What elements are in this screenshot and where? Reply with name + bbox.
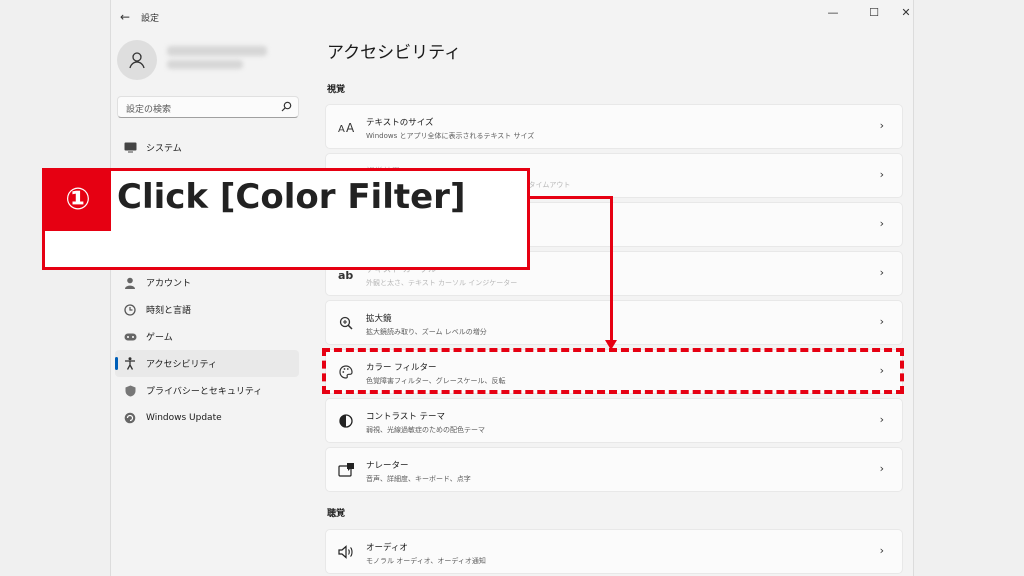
card-subtitle: モノラル オーディオ、オーディオ通知 — [366, 557, 486, 565]
narrator-icon — [338, 462, 354, 478]
card-subtitle: 外観と太さ、テキスト カーソル インジケーター — [366, 279, 518, 287]
search-placeholder: 設定の検索 — [126, 105, 172, 115]
sidebar-item-label: アカウント — [146, 279, 192, 289]
chevron-right-icon: › — [879, 217, 884, 230]
sidebar-item-8[interactable]: アクセシビリティ — [115, 350, 299, 377]
sidebar-item-label: Windows Update — [146, 412, 222, 423]
chevron-right-icon: › — [879, 266, 884, 279]
avatar — [117, 40, 157, 80]
card-subtitle: 弱視、光線過敏症のための配色テーマ — [366, 426, 485, 434]
card-subtitle: Windows とアプリ全体に表示されるテキスト サイズ — [366, 132, 535, 140]
settings-card-7[interactable]: ナレーター音声、詳細度、キーボード、点字 › — [325, 447, 903, 492]
sidebar-item-7[interactable]: ゲーム — [115, 323, 299, 350]
sidebar-item-label: 時刻と言語 — [146, 306, 192, 316]
magnifier-icon — [338, 315, 354, 331]
audio-icon — [338, 544, 354, 560]
shield-icon — [123, 384, 137, 398]
card-title: ナレーター — [366, 461, 409, 471]
sidebar-item-6[interactable]: 時刻と言語 — [115, 296, 299, 323]
sidebar-item-label: アクセシビリティ — [146, 360, 218, 370]
sidebar-item-0[interactable]: システム — [115, 134, 299, 161]
update-icon — [123, 411, 137, 425]
main-content: アクセシビリティ 視覚 A A テキストのサイズ Windows とアプリ全体に表示さ… — [325, 0, 913, 576]
svg-text:ab: ab — [338, 269, 353, 281]
user-name — [167, 46, 267, 56]
card-subtitle: 拡大鏡読み取り、ズーム レベルの増分 — [366, 328, 487, 336]
sidebar-item-9[interactable]: プライバシーとセキュリティ — [115, 377, 299, 404]
page-title: アクセシビリティ — [327, 43, 462, 63]
annotation-text: Click [Color Filter] — [117, 177, 466, 217]
svg-text:A: A — [338, 124, 345, 133]
gamepad-icon — [123, 330, 137, 344]
settings-card-8[interactable]: オーディオモノラル オーディオ、オーディオ通知 › — [325, 529, 903, 574]
monitor-icon — [123, 141, 137, 155]
contrast-icon — [338, 413, 354, 429]
sidebar-item-5[interactable]: アカウント — [115, 269, 299, 296]
svg-text:A: A — [346, 121, 354, 133]
sidebar-item-label: システム — [146, 144, 182, 154]
chevron-right-icon: › — [879, 544, 884, 557]
settings-card-0[interactable]: A A テキストのサイズ Windows とアプリ全体に表示されるテキスト サイズ › — [325, 104, 903, 149]
sidebar-item-label: ゲーム — [146, 333, 173, 343]
back-button[interactable]: ← — [115, 8, 135, 26]
sidebar-item-10[interactable]: Windows Update — [115, 404, 299, 431]
chevron-right-icon: › — [879, 168, 884, 181]
search-icon — [281, 101, 292, 115]
search-input[interactable]: 設定の検索 — [117, 96, 299, 118]
section-heading-hearing: 聴覚 — [327, 509, 346, 519]
settings-card-4[interactable]: 拡大鏡拡大鏡読み取り、ズーム レベルの増分 › — [325, 300, 903, 345]
settings-card-6[interactable]: コントラスト テーマ弱視、光線過敏症のための配色テーマ › — [325, 398, 903, 443]
selection-indicator — [115, 357, 118, 370]
settings-window: ← 設定 — ☐ ✕ 設定の検索 システムBluetooth とデバイスネットワ… — [110, 0, 914, 576]
text-size-icon: AA — [338, 119, 354, 135]
user-email — [167, 60, 243, 69]
annotation-arrow-horizontal — [530, 196, 612, 199]
chevron-right-icon: › — [879, 462, 884, 475]
card-title: オーディオ — [366, 543, 408, 553]
sidebar-item-label: プライバシーとセキュリティ — [146, 387, 263, 397]
section-heading-vision: 視覚 — [327, 85, 346, 95]
chevron-right-icon: › — [879, 315, 884, 328]
step-number-badge: ① — [45, 171, 111, 231]
card-title: テキストのサイズ — [366, 118, 434, 128]
annotation-arrow-vertical — [610, 196, 613, 344]
chevron-right-icon: › — [879, 119, 884, 132]
clock-icon — [123, 303, 137, 317]
card-title: 拡大鏡 — [366, 314, 392, 324]
card-title: コントラスト テーマ — [366, 412, 446, 422]
highlight-dashed-box — [322, 348, 904, 394]
person-icon — [129, 52, 145, 69]
chevron-right-icon: › — [879, 413, 884, 426]
person-icon — [123, 276, 137, 290]
app-title: 設定 — [141, 14, 160, 24]
accessibility-icon — [123, 357, 137, 371]
card-subtitle: 音声、詳細度、キーボード、点字 — [366, 475, 471, 483]
annotation-callout: ① Click [Color Filter] — [42, 168, 530, 270]
